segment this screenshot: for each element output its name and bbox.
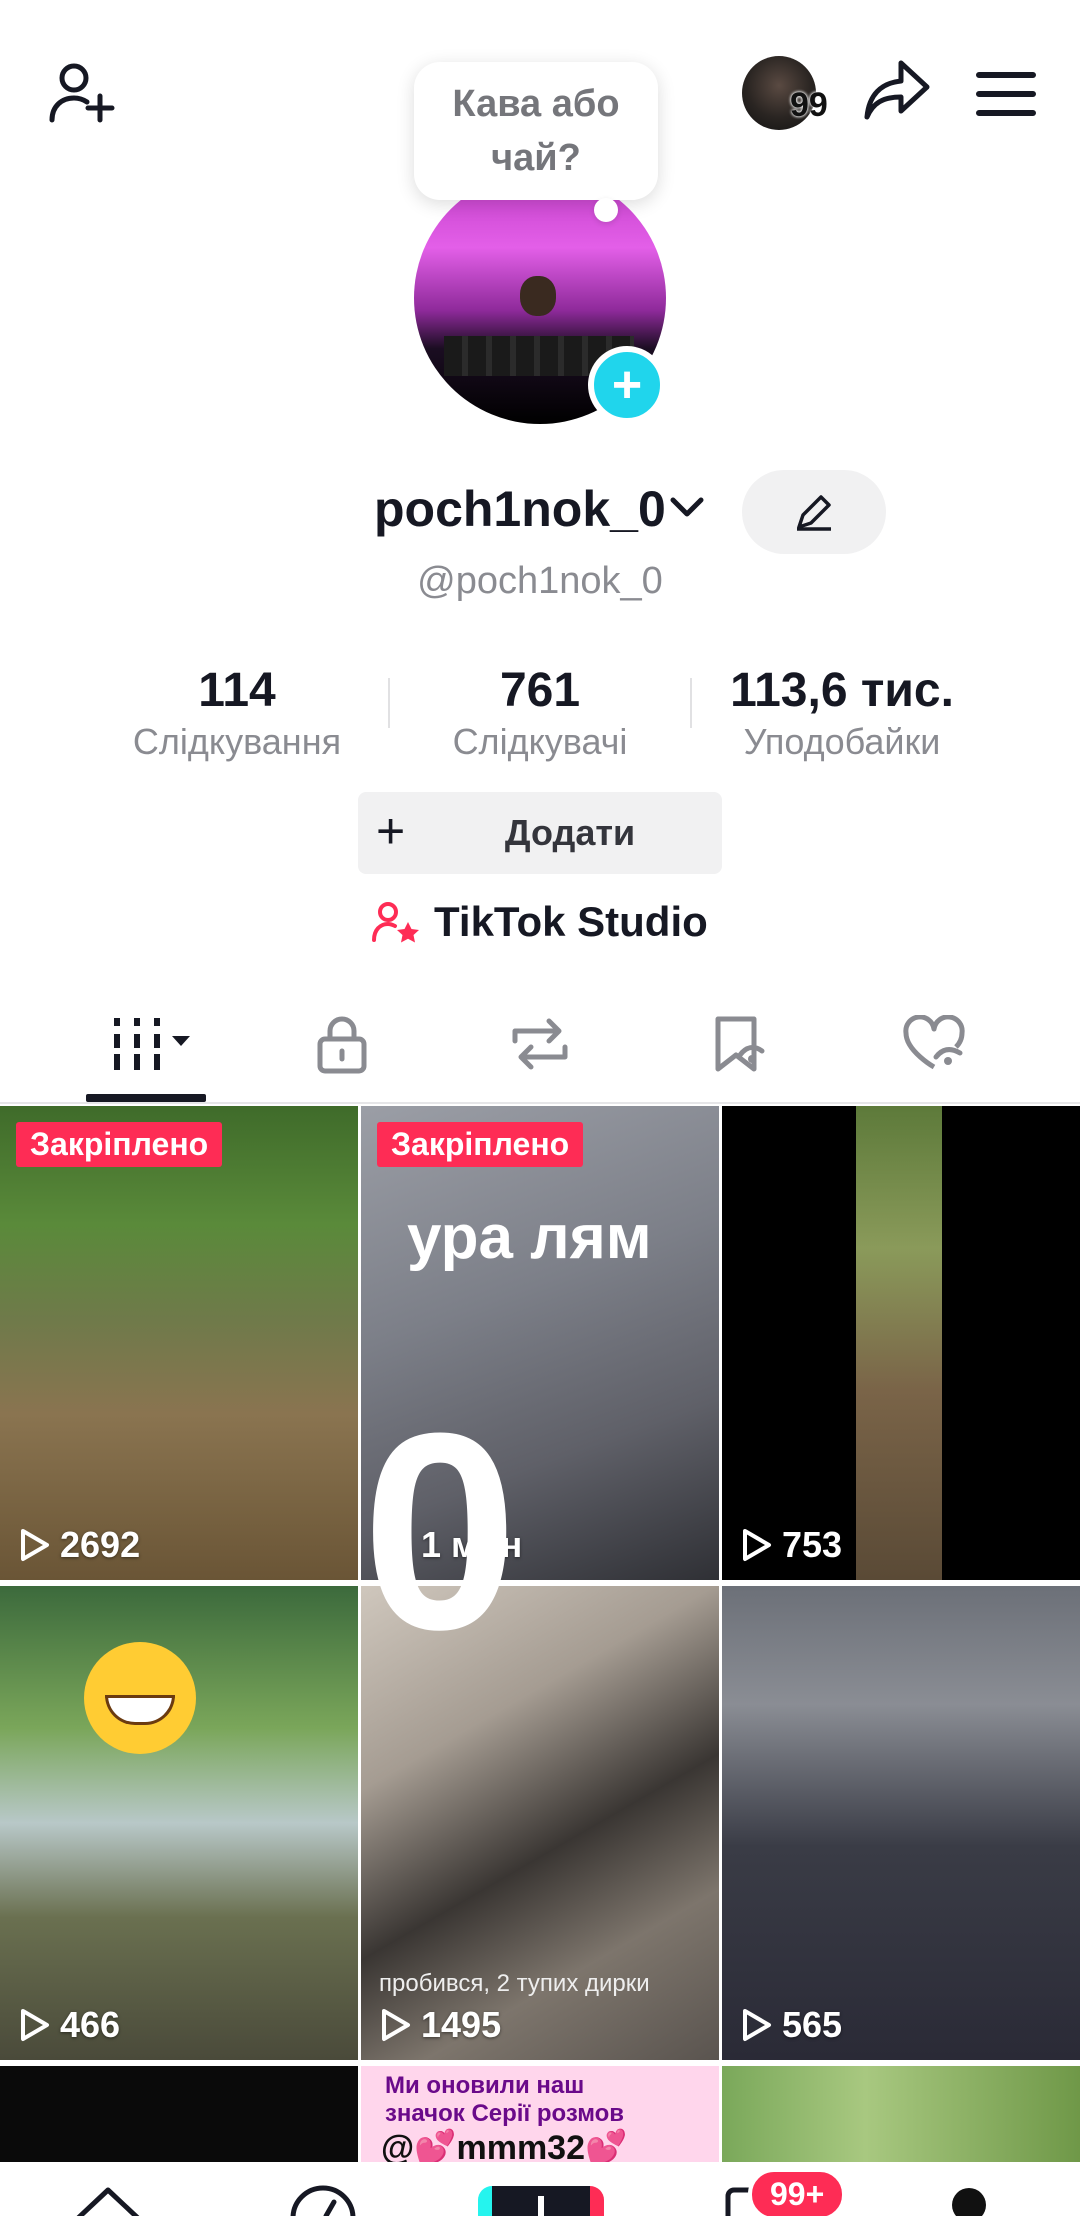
share-icon[interactable] — [858, 50, 938, 130]
stat-value: 114 — [198, 664, 276, 717]
add-friend-icon[interactable] — [40, 54, 120, 134]
video-caption: ура лям — [407, 1203, 652, 1272]
video-tile[interactable]: 565 — [722, 1586, 1080, 2060]
plus-icon — [538, 2196, 544, 2216]
stat-followers[interactable]: 761 Слідкувачі — [420, 662, 660, 764]
chevron-down-icon[interactable] — [668, 494, 706, 527]
play-icon — [21, 1529, 49, 1561]
videos-grid-icon — [114, 1018, 190, 1070]
tab-videos[interactable] — [104, 1004, 204, 1084]
profile-tabs — [0, 990, 1080, 1104]
video-tile[interactable] — [722, 2066, 1080, 2176]
display-name[interactable]: poch1nok_0 — [374, 480, 666, 538]
story-count: 99 — [790, 86, 828, 124]
lock-icon — [317, 1016, 367, 1074]
stat-value: 113,6 тис. — [730, 664, 954, 717]
view-count: 753 — [740, 1524, 842, 1566]
promo-line: значок Серії розмов — [385, 2100, 625, 2127]
big-overlay-number: 0 — [362, 1376, 518, 1688]
tiktok-studio-link[interactable]: TikTok Studio — [372, 898, 708, 946]
add-button-label: Додати — [504, 812, 636, 853]
play-icon — [382, 2009, 410, 2041]
promo-tile[interactable]: Ми оновили наш значок Серії розмов @💕mmm… — [361, 2066, 719, 2176]
bottom-nav — [0, 2162, 1080, 2216]
stat-divider — [690, 678, 692, 728]
play-icon — [743, 2009, 771, 2041]
pencil-icon — [797, 495, 831, 531]
stat-label: Слідкувачі — [452, 721, 628, 762]
view-count: 1495 — [379, 2004, 501, 2046]
stat-likes[interactable]: 113,6 тис. Уподобайки — [710, 662, 974, 764]
liked-icon — [903, 1015, 965, 1070]
studio-label: TikTok Studio — [434, 898, 708, 945]
username-handle: @poch1nok_0 — [417, 560, 663, 602]
play-icon — [21, 2009, 49, 2041]
profile-note[interactable]: Кава або чай? — [414, 62, 658, 200]
tab-liked[interactable] — [884, 1004, 984, 1084]
note-text: Кава або чай? — [452, 83, 620, 179]
view-count: 466 — [18, 2004, 120, 2046]
views-value: 1495 — [421, 2004, 502, 2045]
stat-label: Слідкування — [132, 721, 342, 762]
edit-profile-button[interactable] — [742, 470, 886, 554]
video-tile[interactable] — [0, 2066, 358, 2176]
stat-value: 761 — [499, 664, 581, 717]
tab-private[interactable] — [292, 1004, 392, 1084]
stat-following[interactable]: 114 Слідкування — [110, 662, 364, 764]
video-thumbnail-strip — [856, 1106, 942, 1580]
video-tile[interactable]: 466 — [0, 1586, 358, 2060]
video-caption-small: пробився, 2 тупих дирки — [379, 1970, 650, 1997]
active-tab-indicator — [86, 1094, 206, 1102]
menu-icon[interactable] — [966, 54, 1046, 134]
view-count: 2692 — [18, 1524, 140, 1566]
add-bio-button[interactable]: + Додати — [358, 792, 722, 874]
play-icon — [743, 1529, 771, 1561]
pinned-badge: Закріплено — [377, 1122, 584, 1167]
tab-reposts[interactable] — [490, 1004, 590, 1084]
inbox-badge: 99+ — [748, 2168, 847, 2216]
add-story-button[interactable]: + — [588, 346, 666, 424]
video-tile[interactable]: 753 — [722, 1106, 1080, 1580]
repost-icon — [512, 1018, 568, 1070]
tab-favorites[interactable] — [690, 1004, 790, 1084]
views-value: 565 — [782, 2004, 843, 2045]
home-icon[interactable] — [70, 2180, 146, 2216]
views-value: 466 — [60, 2004, 121, 2045]
views-value: 753 — [782, 1524, 843, 1565]
creator-star-icon — [372, 902, 419, 943]
create-button[interactable] — [478, 2186, 604, 2216]
stat-label: Уподобайки — [743, 721, 941, 762]
stat-divider — [388, 678, 390, 728]
explore-icon[interactable] — [288, 2180, 358, 2216]
video-tile[interactable]: Закріплено 2692 — [0, 1106, 358, 1580]
pinned-badge: Закріплено — [16, 1122, 223, 1167]
view-count: 565 — [740, 2004, 842, 2046]
grinning-emoji-icon — [84, 1642, 196, 1754]
views-value: 2692 — [60, 1524, 141, 1565]
favorites-icon — [715, 1016, 765, 1072]
profile-nav-icon[interactable] — [952, 2188, 986, 2216]
note-tail — [594, 198, 618, 222]
promo-line: Ми оновили наш — [385, 2072, 585, 2099]
